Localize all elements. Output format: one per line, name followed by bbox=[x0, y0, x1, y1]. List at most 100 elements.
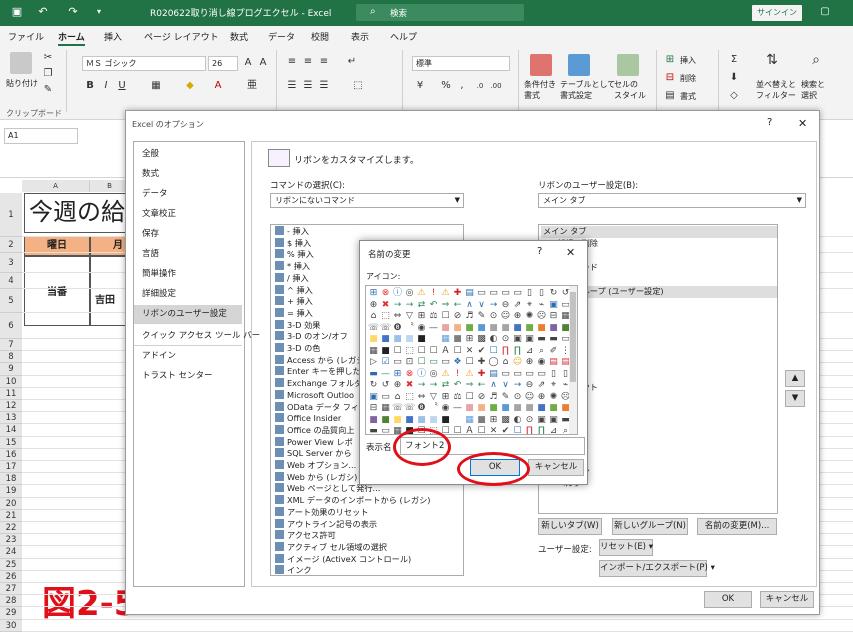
icon-choice[interactable]: ■ bbox=[380, 334, 391, 345]
delete-cells-label[interactable]: 削除 bbox=[680, 73, 696, 84]
number-format-combo[interactable]: 標準 bbox=[412, 56, 510, 71]
icon-choice[interactable]: ■ bbox=[368, 334, 379, 345]
icon-choice[interactable]: ⇒ bbox=[440, 300, 451, 311]
icon-choice[interactable]: ▭ bbox=[524, 369, 535, 380]
cell-styles-icon[interactable] bbox=[617, 54, 639, 76]
nav-item[interactable]: クイック アクセス ツール バー bbox=[134, 327, 260, 346]
icon-choice[interactable]: ■ bbox=[380, 415, 391, 426]
command-item[interactable]: * 挿入 bbox=[275, 261, 310, 273]
row-header[interactable]: 7 bbox=[0, 339, 22, 352]
row-header[interactable]: 6 bbox=[0, 313, 22, 339]
icon-choice[interactable]: ■ bbox=[368, 415, 379, 426]
icon-choice[interactable]: ⌂ bbox=[368, 311, 379, 322]
command-item[interactable]: 3-D の色 bbox=[275, 343, 320, 355]
icon-choice[interactable]: ☐ bbox=[440, 311, 451, 322]
icon-choice[interactable]: ☐ bbox=[416, 357, 427, 368]
rename-button[interactable]: 名前の変更(M)... bbox=[697, 518, 777, 535]
icon-choice[interactable]: ⊞ bbox=[464, 334, 475, 345]
icon-choice[interactable]: ■ bbox=[404, 415, 415, 426]
save-icon[interactable]: ▣ bbox=[10, 5, 24, 19]
icon-choice[interactable]: ▭ bbox=[392, 357, 403, 368]
icon-choice[interactable]: ▦ bbox=[368, 346, 379, 357]
command-item[interactable]: Web から (レガシ) bbox=[275, 471, 357, 484]
icon-choice[interactable]: ⌂ bbox=[392, 392, 403, 403]
icon-choice[interactable]: ☐ bbox=[392, 346, 403, 357]
icon-choice[interactable]: ∨ bbox=[476, 300, 487, 311]
icon-choice[interactable]: ■ bbox=[464, 323, 475, 334]
icon-choice[interactable]: ■ bbox=[524, 403, 535, 414]
row-header[interactable]: 4 bbox=[0, 273, 22, 289]
icon-choice[interactable]: ⊞ bbox=[416, 311, 427, 322]
row-header[interactable]: 18 bbox=[0, 473, 22, 486]
nav-item[interactable]: 言語 bbox=[134, 245, 242, 264]
icon-choice[interactable]: ■ bbox=[548, 323, 559, 334]
nav-item[interactable]: 数式 bbox=[134, 165, 242, 184]
icon-choice[interactable]: ✚ bbox=[452, 288, 463, 299]
nav-item[interactable]: 詳細設定 bbox=[134, 285, 242, 304]
icon-choice[interactable]: ⊘ bbox=[452, 311, 463, 322]
row-header[interactable]: 29 bbox=[0, 607, 22, 620]
command-item[interactable]: Access から (レガシ bbox=[275, 354, 364, 367]
icon-choice[interactable]: — bbox=[428, 323, 439, 334]
import-export-button[interactable]: インポート/エクスポート(P) ▾ bbox=[599, 560, 715, 577]
row-header[interactable]: 5 bbox=[0, 289, 22, 313]
command-item[interactable]: アウトライン記号の表示 bbox=[275, 518, 377, 531]
icon-choice[interactable]: ✚ bbox=[476, 369, 487, 380]
icon-choice[interactable]: ▦ bbox=[464, 415, 475, 426]
icon-choice[interactable]: ⌖ bbox=[548, 380, 559, 391]
increase-decimal-icon[interactable]: .0 bbox=[474, 80, 486, 92]
icon-choice[interactable]: ▭ bbox=[512, 288, 523, 299]
icon-choice[interactable]: ⊟ bbox=[548, 311, 559, 322]
icon-choice[interactable]: ◉ bbox=[440, 403, 451, 414]
font-name-combo[interactable]: ＭＳ ゴシック bbox=[82, 56, 206, 71]
icon-choice[interactable]: ▣ bbox=[512, 334, 523, 345]
icon-choice[interactable]: ■ bbox=[404, 334, 415, 345]
sort-filter-label[interactable]: 並べ替えと フィルター bbox=[756, 79, 796, 101]
icon-choice[interactable]: ∨ bbox=[500, 380, 511, 391]
icon-choice[interactable]: ▽ bbox=[428, 392, 439, 403]
weekday-header-cell[interactable]: 曜日 bbox=[24, 236, 90, 256]
icon-choice[interactable]: ☹ bbox=[536, 311, 547, 322]
icon-choice[interactable]: ⌕ bbox=[536, 346, 547, 357]
icon-choice[interactable]: ∧ bbox=[464, 300, 475, 311]
icon-choice[interactable]: ⊡ bbox=[404, 357, 415, 368]
icon-choice[interactable]: ✎ bbox=[500, 392, 511, 403]
icon-choice[interactable]: ▬ bbox=[548, 334, 559, 345]
icon-choice[interactable]: ■ bbox=[488, 403, 499, 414]
row-header[interactable]: 8 bbox=[0, 351, 22, 364]
command-item[interactable]: 3-D のオン/オフ bbox=[275, 331, 348, 343]
icon-choice[interactable]: — bbox=[452, 403, 463, 414]
month-header-cell[interactable]: 月 bbox=[90, 236, 128, 256]
icon-choice[interactable]: ✖ bbox=[380, 300, 391, 311]
icon-grid-scrollbar[interactable] bbox=[569, 286, 577, 434]
icon-choice[interactable]: ⊿ bbox=[548, 426, 559, 434]
options-ok-button[interactable]: OK bbox=[704, 591, 752, 608]
command-item[interactable]: OData データ フィ bbox=[275, 401, 359, 414]
font-color-icon[interactable]: A bbox=[212, 80, 224, 92]
search-box[interactable]: ⌕ 検索 bbox=[356, 4, 524, 21]
icon-choice[interactable]: ■ bbox=[392, 415, 403, 426]
icon-choice[interactable]: ☑ bbox=[380, 357, 391, 368]
merge-center-icon[interactable]: ⬚ bbox=[352, 80, 364, 92]
icon-choice[interactable]: ◐ bbox=[488, 334, 499, 345]
tab-page-layout[interactable]: ページ レイアウト bbox=[144, 30, 219, 43]
row-header[interactable]: 14 bbox=[0, 424, 22, 437]
icon-choice[interactable]: ■ bbox=[512, 403, 523, 414]
icon-choice[interactable]: ☐ bbox=[464, 357, 475, 368]
icon-choice[interactable]: ⬚ bbox=[404, 392, 415, 403]
move-up-button[interactable]: ▲ bbox=[785, 370, 805, 387]
icon-choice[interactable]: → bbox=[512, 380, 523, 391]
icon-choice[interactable]: ☐ bbox=[452, 426, 463, 434]
icon-choice[interactable]: ☐ bbox=[416, 346, 427, 357]
icon-choice[interactable]: ▭ bbox=[440, 357, 451, 368]
row-header[interactable]: 2 bbox=[0, 237, 22, 253]
icon-choice[interactable]: ■ bbox=[428, 415, 439, 426]
command-item[interactable]: Power View レポ bbox=[275, 436, 353, 449]
icon-choice[interactable]: ↻ bbox=[548, 288, 559, 299]
conditional-format-label[interactable]: 条件付き 書式 bbox=[524, 79, 556, 101]
icon-choice[interactable]: 〝 bbox=[404, 323, 415, 334]
icon-choice[interactable]: ▦ bbox=[440, 334, 451, 345]
icon-choice[interactable]: ▭ bbox=[488, 288, 499, 299]
icon-choice[interactable]: ■ bbox=[476, 323, 487, 334]
icon-choice[interactable]: ▩ bbox=[476, 334, 487, 345]
